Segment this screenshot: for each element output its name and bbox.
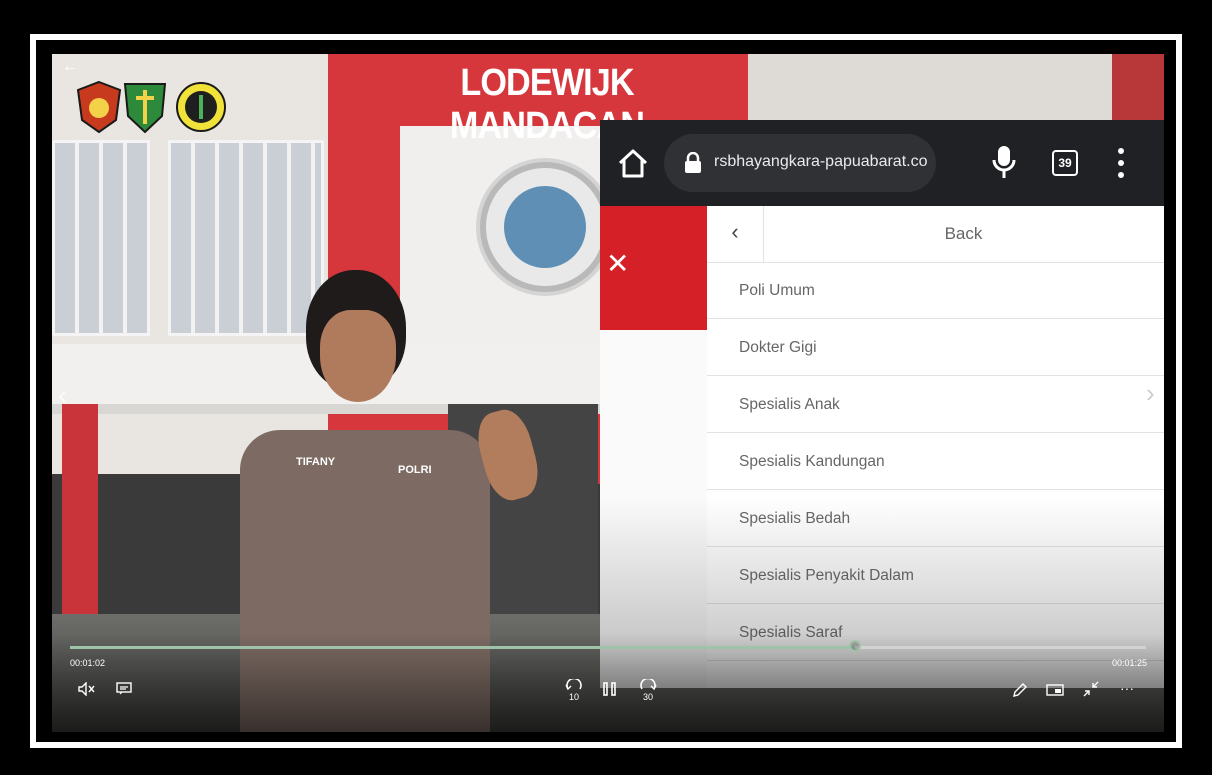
close-icon[interactable]: ✕ [606,250,629,278]
lock-icon [685,152,701,173]
mute-icon[interactable] [78,682,96,696]
pencil-icon[interactable] [1012,682,1028,698]
menu-item-spesialis-bedah[interactable]: Spesialis Bedah [707,491,1164,547]
menu-item-poli-umum[interactable]: Poli Umum [707,263,1164,319]
medical-shield-logo [123,83,167,134]
forward-30-icon[interactable]: 30 [638,677,658,702]
submenu-panel: ‹ Back Poli Umum Dokter Gigi Spesialis A… [707,206,1164,688]
face [320,310,396,402]
chevron-left-icon[interactable]: ‹ [707,206,764,262]
address-bar[interactable]: rsbhayangkara-papuabarat.com/v [664,134,936,192]
back-button[interactable]: Back [763,206,1164,262]
menu-side-panel: ✕ [600,206,707,330]
pause-icon[interactable] [602,682,618,696]
video-player[interactable]: LODEWIJK MANDACAN TIFANY POLRI ← ‹ rsbha… [52,54,1164,732]
menu-item-dokter-gigi[interactable]: Dokter Gigi [707,320,1164,376]
browser-overlay: rsbhayangkara-papuabarat.com/v 39 ✕ ‹ Ba… [600,120,1164,688]
captions-icon[interactable] [116,682,132,696]
menu-item-spesialis-anak[interactable]: Spesialis Anak [707,377,1164,433]
exit-fullscreen-icon[interactable] [1082,680,1100,698]
pillar [62,404,98,624]
current-time: 00:01:02 [70,658,106,668]
url-text: rsbhayangkara-papuabarat.com/v [714,153,928,170]
polri-badge: POLRI [398,464,432,476]
rewind-10-icon[interactable]: 10 [564,677,584,702]
window [52,140,150,336]
submenu-back-row[interactable]: ‹ Back [707,206,1164,263]
total-time: 00:01:25 [1112,658,1148,668]
progress-fill [70,646,856,649]
tab-count-button[interactable]: 39 [1052,150,1078,176]
next-arrow-icon[interactable]: › [1146,378,1155,409]
police-shield-logo [76,80,122,134]
hospital-seal-logo [176,82,226,132]
menu-item-spesialis-kandungan[interactable]: Spesialis Kandungan [707,434,1164,490]
more-icon[interactable]: ··· [1120,680,1134,696]
emblem-center [504,186,586,268]
browser-toolbar: rsbhayangkara-papuabarat.com/v 39 [600,120,1164,206]
mini-player-icon[interactable] [1046,684,1064,696]
back-arrow-icon[interactable]: ← [62,58,78,76]
forward-label: 30 [642,692,653,702]
home-icon[interactable] [616,146,650,180]
progress-bar[interactable] [70,640,1146,652]
name-tag: TIFANY [296,456,336,468]
roof [1112,54,1164,124]
menu-item-spesialis-penyakit-dalam[interactable]: Spesialis Penyakit Dalam [707,548,1164,604]
more-options-icon[interactable] [1118,148,1124,178]
microphone-icon[interactable] [992,144,1016,180]
previous-arrow-icon[interactable]: ‹ [58,380,67,411]
rewind-label: 10 [568,692,579,702]
